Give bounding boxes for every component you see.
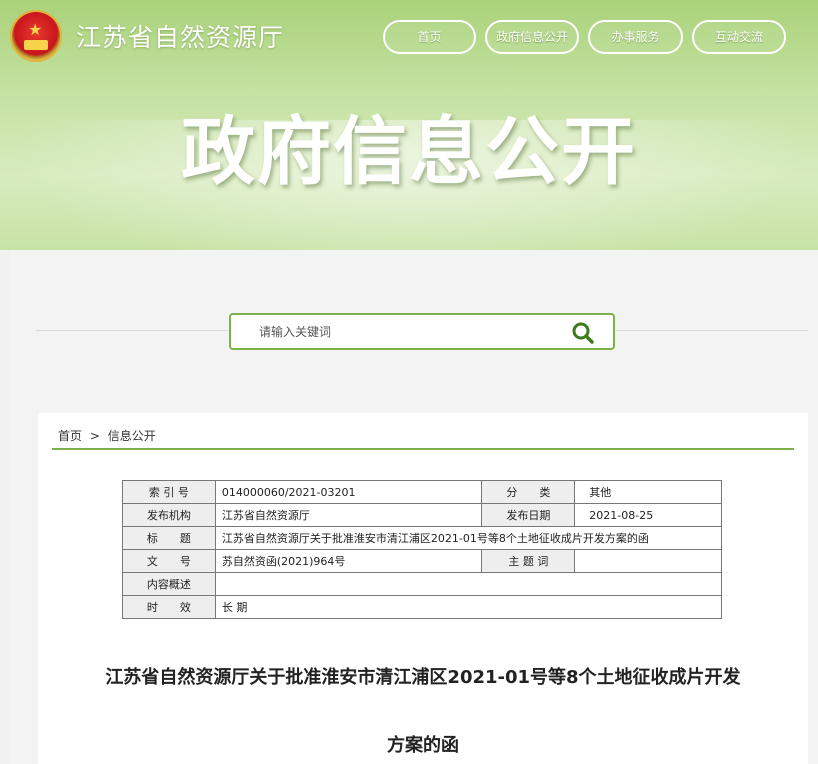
meta-value: 江苏省自然资源厅	[214, 503, 483, 527]
national-emblem-icon: ★	[10, 10, 62, 62]
table-row: 标 题 江苏省自然资源厅关于批准淮安市清江浦区2021-01号等8个土地征收成片…	[122, 526, 723, 550]
meta-value: 2021-08-25	[574, 503, 722, 527]
table-row: 发布机构 江苏省自然资源厅 发布日期 2021-08-25	[122, 503, 722, 527]
breadcrumb: 首页 > 信息公开	[58, 427, 160, 444]
meta-label: 时 效	[122, 595, 216, 619]
meta-label: 分 类	[481, 480, 576, 504]
document-meta-table: 索 引 号 014000060/2021-03201 分 类 其他 发布机构 江…	[122, 480, 723, 619]
nav-gov-info-button[interactable]: 政府信息公开	[485, 20, 579, 54]
meta-label: 文 号	[122, 549, 216, 573]
search-icon[interactable]	[571, 321, 595, 345]
breadcrumb-current-link[interactable]: 信息公开	[108, 429, 156, 443]
meta-label: 发布日期	[481, 503, 576, 527]
breadcrumb-underline	[52, 448, 794, 450]
hero-title: 政府信息公开	[181, 109, 637, 195]
table-row: 索 引 号 014000060/2021-03201 分 类 其他	[122, 480, 722, 504]
meta-label: 发布机构	[122, 503, 216, 527]
header-banner: ★ 江苏省自然资源厅 首页 政府信息公开 办事服务 互动交流 政府信息公开	[0, 0, 818, 250]
meta-value: 江苏省自然资源厅关于批准淮安市清江浦区2021-01号等8个土地征收成片开发方案…	[214, 526, 723, 550]
document-title: 江苏省自然资源厅关于批准淮安市清江浦区2021-01号等8个土地征收成片开发	[105, 667, 741, 688]
table-row: 时 效 长 期	[122, 595, 723, 619]
content-area: 首页 > 信息公开 索 引 号 014000060/2021-03201 分 类…	[38, 413, 808, 764]
nav-interaction-button[interactable]: 互动交流	[692, 20, 786, 54]
breadcrumb-separator: >	[89, 429, 100, 443]
meta-label: 索 引 号	[122, 480, 216, 504]
search-input[interactable]	[259, 323, 559, 341]
divider-left	[36, 330, 228, 331]
document-title-continued: 方案的函	[387, 735, 459, 756]
meta-value: 014000060/2021-03201	[214, 480, 483, 504]
meta-label: 内容概述	[122, 572, 216, 596]
site-title: 江苏省自然资源厅	[76, 23, 285, 52]
meta-value: 长 期	[214, 595, 723, 619]
nav-services-button[interactable]: 办事服务	[588, 20, 683, 54]
table-row: 内容概述	[122, 572, 723, 596]
breadcrumb-home-link[interactable]: 首页	[58, 429, 82, 443]
meta-value	[214, 572, 723, 596]
divider-right	[616, 330, 808, 331]
meta-value: 其他	[574, 480, 722, 504]
meta-value: 苏自然资函(2021)964号	[214, 549, 483, 573]
meta-label: 标 题	[122, 526, 216, 550]
nav-home-button[interactable]: 首页	[383, 20, 476, 54]
meta-label: 主 题 词	[481, 549, 576, 573]
table-row: 文 号 苏自然资函(2021)964号 主 题 词	[122, 549, 722, 573]
search-box	[229, 313, 615, 350]
top-nav: 首页 政府信息公开 办事服务 互动交流	[383, 20, 795, 54]
meta-value	[574, 549, 722, 573]
